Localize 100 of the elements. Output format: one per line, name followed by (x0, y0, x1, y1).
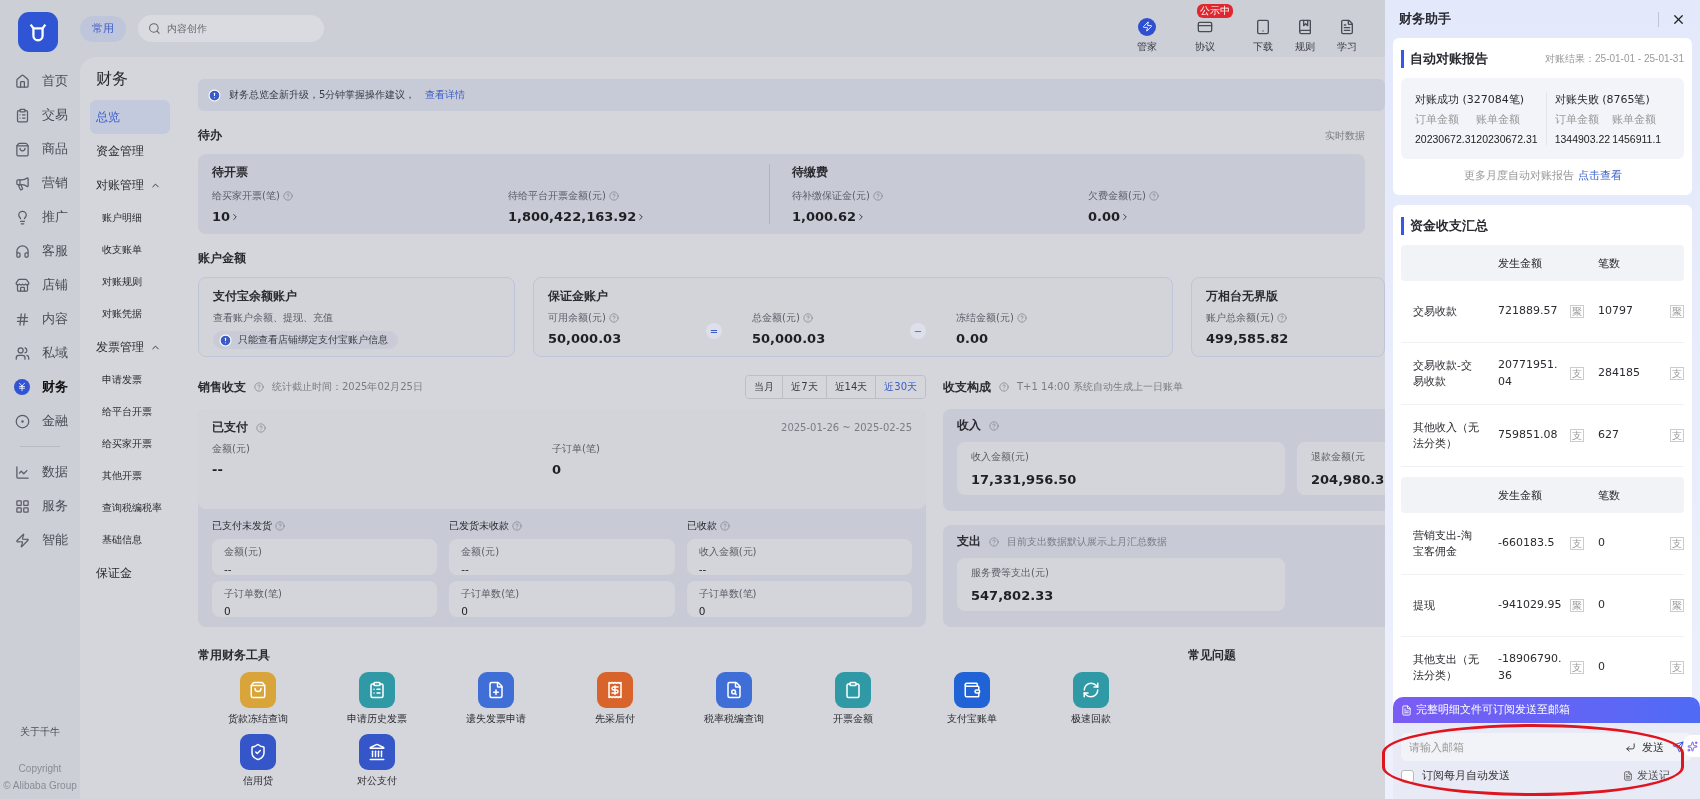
menu-item[interactable]: 给买家开票 (90, 428, 170, 460)
toolbar-button[interactable]: 规则 (1293, 15, 1317, 54)
tool-label[interactable]: 开票金额 (832, 712, 873, 726)
column-label: 账单金额 (1476, 113, 1522, 127)
metric-value: 204,980.3 (1311, 472, 1385, 487)
nav-item[interactable]: 商品 (0, 132, 80, 166)
tool-icon[interactable] (239, 734, 276, 770)
menu-item[interactable]: 账户明细 (90, 202, 170, 234)
search-field[interactable]: 内容创作 (138, 15, 324, 42)
tool-label[interactable]: 信用贷 (242, 774, 273, 788)
search-input[interactable]: 内容创作 (166, 15, 314, 42)
amount-value: 1456911.1 (1612, 133, 1663, 145)
nav-item[interactable]: 内容 (0, 302, 80, 336)
nav-item[interactable]: 营销 (0, 166, 80, 200)
details-link[interactable]: 查看详情 (425, 89, 466, 100)
tool-icon[interactable] (834, 672, 871, 708)
app-logo[interactable] (18, 12, 58, 52)
tool-label[interactable]: 货款冻结查询 (227, 712, 288, 726)
tool-label[interactable]: 对公支付 (356, 774, 397, 788)
nav-item[interactable]: 店铺 (0, 268, 80, 302)
nav-item[interactable]: 金融 (0, 404, 80, 438)
menu-item[interactable]: 总览 (90, 100, 170, 134)
nav-item[interactable]: 数据 (0, 455, 80, 489)
nav-item[interactable]: 私域 (0, 336, 80, 370)
tool-icon[interactable] (596, 672, 633, 708)
checkbox-label: 订阅每月自动发送 (1422, 769, 1510, 783)
period-tab[interactable]: 近30天 (875, 376, 925, 398)
menu-item[interactable]: 保证金 (90, 556, 170, 590)
tool-label[interactable]: 极速回款 (1070, 712, 1111, 726)
metric-value: 17,331,956.50 (971, 472, 1078, 487)
nav-item[interactable]: 财务 (0, 370, 80, 404)
menu-item[interactable]: 查询税编税率 (90, 492, 170, 524)
metric-value: -- (224, 563, 233, 575)
metric-label: 子订单数(笔) (461, 587, 520, 601)
tool-label[interactable]: 申请历史发票 (346, 712, 407, 726)
menu-item[interactable]: 给平台开票 (90, 396, 170, 428)
help-icon (719, 521, 730, 531)
menu-group[interactable]: 对账管理 (90, 168, 170, 202)
tool-label[interactable]: 遗失发票申请 (465, 712, 526, 726)
toolbar-button[interactable]: 管家 (1135, 15, 1159, 54)
menu-item[interactable]: 对账规则 (90, 266, 170, 298)
card-title: 自动对账报告 (1401, 50, 1488, 68)
source-tag: 支 (1570, 429, 1584, 442)
count-cell-text: 0 (1598, 659, 1606, 676)
amount-cell-text: 20771951.04 (1498, 357, 1559, 390)
nav-item[interactable]: 客服 (0, 234, 80, 268)
metric-value[interactable]: 0.00 (1088, 209, 1121, 224)
card-title: 保证金账户 (548, 288, 609, 305)
checkbox[interactable] (1401, 769, 1414, 783)
tool-label[interactable]: 支付宝账单 (946, 712, 997, 726)
shortcut-button[interactable]: 常用 (80, 15, 126, 42)
tool-icon[interactable] (953, 672, 990, 708)
copyright-text: Copyright (18, 763, 62, 774)
amount-value: 1344903.22 (1554, 133, 1612, 145)
tool-icon[interactable] (1072, 672, 1109, 708)
menu-item[interactable]: 收支账单 (90, 234, 170, 266)
column-header: 笔数 (1598, 487, 1621, 503)
help-icon (989, 536, 999, 547)
assistant-button[interactable] (1684, 735, 1700, 757)
tool-icon[interactable] (358, 672, 395, 708)
nav-icon (17, 382, 27, 392)
nav-icon (14, 107, 30, 123)
metric-value[interactable]: 1,800,422,163.92 (508, 209, 637, 224)
help-icon (999, 382, 1009, 392)
about-link[interactable]: 关于千牛 (20, 725, 60, 739)
metric-value[interactable]: 10 (212, 209, 231, 224)
nav-item[interactable]: 智能 (0, 523, 80, 557)
source-tag: 支 (1570, 537, 1584, 550)
menu-item[interactable]: 资金管理 (90, 134, 170, 168)
result-title: 对账成功 (327084笔) (1415, 92, 1526, 107)
menu-item[interactable]: 申请发票 (90, 364, 170, 396)
section-title: 收支构成 (943, 378, 991, 396)
menu-item[interactable]: 基础信息 (90, 524, 170, 556)
nav-icon (14, 498, 30, 514)
tool-icon[interactable] (477, 672, 514, 708)
tool-label[interactable]: 先采后付 (594, 712, 635, 726)
metric-label: 总金额(元) (752, 311, 800, 325)
email-field[interactable]: 请输入邮箱 发送 (1401, 733, 1692, 761)
close-button[interactable] (1658, 11, 1686, 27)
menu-item[interactable]: 对账凭据 (90, 298, 170, 330)
metric-value[interactable]: 1,000.62 (792, 209, 857, 224)
toolbar-button[interactable]: 协议 (1193, 15, 1217, 54)
menu-item[interactable]: 其他开票 (90, 460, 170, 492)
tool-icon[interactable] (715, 672, 752, 708)
nav-item[interactable]: 推广 (0, 200, 80, 234)
tool-label[interactable]: 税率税编查询 (703, 712, 764, 726)
toolbar-icon (1339, 18, 1355, 35)
metric-value: 0 (461, 605, 469, 617)
view-link[interactable]: 点击查看 (1577, 169, 1622, 183)
toolbar-button[interactable]: 下载 (1251, 15, 1275, 54)
nav-item[interactable]: 服务 (0, 489, 80, 523)
menu-group[interactable]: 发票管理 (90, 330, 170, 364)
tool-icon[interactable] (358, 734, 395, 770)
toolbar-button[interactable]: 学习 (1335, 15, 1359, 54)
nav-item[interactable]: 首页 (0, 64, 80, 98)
metric-label: 待给平台开票金额(元) (508, 189, 606, 203)
nav-item[interactable]: 交易 (0, 98, 80, 132)
email-input[interactable]: 请输入邮箱 (1409, 733, 1617, 761)
send-button[interactable]: 发送 (1625, 739, 1664, 755)
nav-icon (14, 277, 30, 293)
